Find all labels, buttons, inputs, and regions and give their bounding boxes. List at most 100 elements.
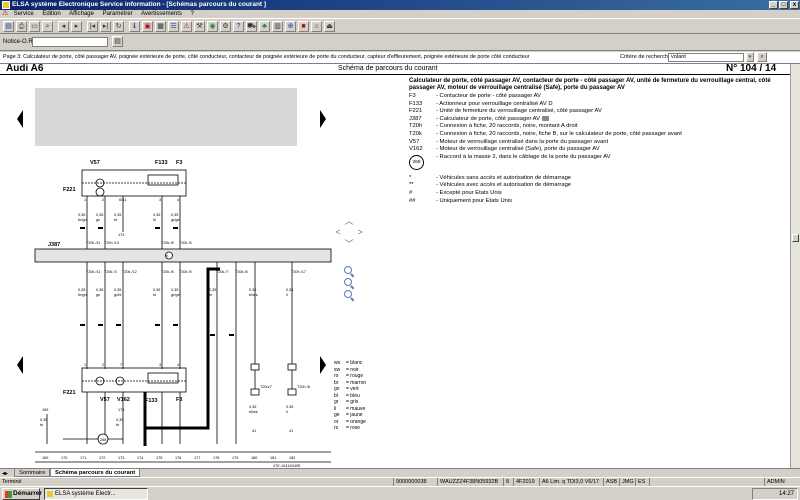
legend-row: J387- Calculateur de porte, côté passage…: [409, 115, 789, 124]
search-go-icon[interactable]: ⌕: [757, 52, 767, 62]
top-wire-3-pin: 6/31: [119, 198, 126, 202]
wire-color-legend: ws = blanc sw = noir ro = rouge br = marron …: [334, 360, 394, 432]
car-icon[interactable]: ⛟: [246, 21, 257, 32]
zoom-out-icon[interactable]: [344, 266, 352, 274]
top-wire-4-conn: T20k /8: [161, 241, 174, 245]
menu-edition[interactable]: Edition: [42, 11, 60, 17]
start-button[interactable]: Démarrer: [2, 488, 42, 500]
note-row: ## - Uniquement pour Etats Unis: [409, 197, 513, 204]
top-wire-1-size: 0,35: [78, 213, 85, 217]
legend-row: V162- Moteur de verrouillage centralisé …: [409, 146, 600, 153]
menu-affichage[interactable]: Affichage: [69, 11, 94, 17]
home-icon[interactable]: ⌂: [311, 21, 322, 32]
tab-scroll-arrows-icon[interactable]: ◂▸: [2, 470, 8, 477]
right-sub-2-conn: T20h /8: [297, 385, 310, 389]
exit-icon[interactable]: ⏏: [324, 21, 335, 32]
pan-up-icon[interactable]: ︿: [344, 216, 354, 226]
legend-row: T20k - Connexion à fiche, 20 raccords, no…: [409, 130, 682, 137]
grid-172: 172: [99, 456, 105, 460]
color-row: rs = rose: [334, 425, 361, 431]
tree-icon[interactable]: ♣: [259, 21, 270, 32]
grid-181: 181: [270, 456, 276, 460]
help-icon[interactable]: ?: [233, 21, 244, 32]
maximize-button[interactable]: □: [779, 1, 788, 9]
bottom-pin-7: 7: [120, 363, 122, 367]
top-wire-2-color: gn: [96, 218, 100, 222]
list-icon[interactable]: ☰: [168, 21, 179, 32]
mid-wire-7-color: bl/ws: [249, 293, 258, 297]
mid-wire-6-conn: T20k /7: [216, 270, 229, 274]
tab-schema-parcours[interactable]: Schéma parcours du courant: [50, 469, 141, 477]
mid-wire-6-color: br: [209, 293, 213, 297]
search-criteria-label: Critère de recherche: [620, 54, 671, 60]
grid-169: 169: [42, 456, 48, 460]
document-icon[interactable]: ▣: [142, 21, 153, 32]
scrollbar-thumb[interactable]: [792, 234, 799, 242]
tab-sommaire[interactable]: Sommaire: [14, 469, 51, 477]
top-wire-2-conn: T20h /13: [104, 241, 119, 245]
right-sub-1-color: bl/ws: [249, 410, 258, 414]
warning-icon: ⚠: [2, 10, 9, 17]
search-criteria-input[interactable]: volant: [668, 53, 744, 62]
mid-wire-6-size: 0,35: [209, 288, 216, 292]
next-icon[interactable]: ▸|: [100, 21, 111, 32]
image-icon[interactable]: ▦: [155, 21, 166, 32]
menu-avertissements[interactable]: Avertissements: [141, 11, 182, 17]
forward-icon[interactable]: ▸: [71, 21, 82, 32]
menu-parametrer[interactable]: Paramétrer: [103, 11, 133, 17]
pan-left-icon[interactable]: <: [333, 227, 343, 237]
previous-icon[interactable]: |◂: [87, 21, 98, 32]
taskbar-item-elsa[interactable]: ELSA système Electr...: [44, 488, 148, 500]
refresh-icon[interactable]: ↻: [113, 21, 124, 32]
zoom-icon[interactable]: ⊕: [285, 21, 296, 32]
page-info-bar: Page 3: Calculateur de porte, côté passa…: [0, 52, 800, 64]
label-f221-bottom: F221: [63, 390, 76, 396]
camera-icon[interactable]: [541, 115, 549, 121]
search-dropdown-icon[interactable]: ▾: [746, 52, 754, 62]
menu-help[interactable]: ?: [191, 11, 194, 17]
mid-wire-5-color: gr/ge: [171, 293, 180, 297]
order-input[interactable]: [32, 37, 108, 47]
open-icon[interactable]: ▭: [29, 21, 40, 32]
mid-wire-2-conn: T20k /3: [104, 270, 117, 274]
save-icon[interactable]: ▤: [3, 21, 14, 32]
legend-heading: Calculateur de porte, côté passager AV, …: [409, 78, 771, 91]
pan-down-icon[interactable]: ﹀: [344, 239, 354, 249]
legend-row: F3- Contacteur de porte - côté passager …: [409, 93, 541, 99]
label-ground-268: 268: [100, 438, 106, 442]
grid-178: 178: [213, 456, 219, 460]
mid-wire-5-conn: T20k /5: [179, 270, 192, 274]
top-wire-5-conn: T20k /5: [179, 241, 192, 245]
label-f3-top: F3: [176, 160, 182, 166]
search-icon[interactable]: ⌕: [42, 21, 53, 32]
zoom-fit-icon[interactable]: [344, 290, 352, 298]
tools-icon[interactable]: ⚒: [194, 21, 205, 32]
label-v57-bottom: V57: [100, 397, 110, 403]
vertical-scrollbar[interactable]: [790, 64, 800, 468]
elsa-app-window: ELSA système Electronique Service inform…: [0, 0, 800, 500]
zoom-in-icon[interactable]: [344, 278, 352, 286]
warning-tool-icon[interactable]: ⚠: [181, 21, 192, 32]
component-legend: Calculateur de porte, côté passager AV, …: [409, 78, 789, 205]
minimize-button[interactable]: _: [769, 1, 778, 9]
right-sub-2-size: 0,35: [286, 405, 293, 409]
legend-row-ground: 268- Raccord à la masse 2, dans le câbla…: [409, 154, 789, 171]
pan-right-icon[interactable]: >: [355, 227, 365, 237]
close-button[interactable]: x: [790, 1, 799, 9]
bottom-pin-3: 3: [159, 363, 161, 367]
print-icon[interactable]: ⎙: [16, 21, 27, 32]
menu-service[interactable]: Service: [14, 11, 34, 17]
settings-icon[interactable]: ⚙: [220, 21, 231, 32]
mid-wire-1-size: 0,35: [78, 288, 85, 292]
stop-icon[interactable]: ■: [298, 21, 309, 32]
info-icon[interactable]: ℹ: [129, 21, 140, 32]
back-icon[interactable]: ◂: [58, 21, 69, 32]
grid-180: 180: [251, 456, 257, 460]
menu-bar: ⚠ Service Edition Affichage Paramétrer A…: [0, 10, 800, 18]
windows-taskbar: Démarrer ELSA système Electr... 14:27: [0, 486, 800, 500]
top-wire-2-size: 0,35: [96, 213, 103, 217]
calculator-icon[interactable]: ▥: [272, 21, 283, 32]
order-lookup-icon[interactable]: ▤: [112, 36, 123, 47]
top-wire-4-pin: 3: [159, 198, 161, 202]
globe-icon[interactable]: ◉: [207, 21, 218, 32]
